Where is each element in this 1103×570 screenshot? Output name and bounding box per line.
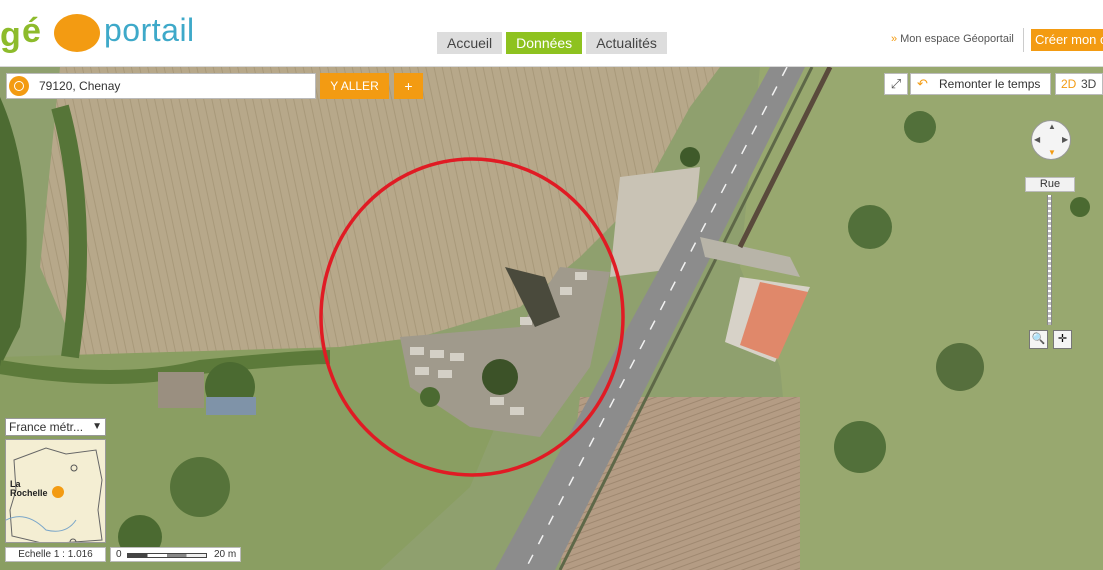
nav-tab-actualites[interactable]: Actualités [586,32,667,54]
search-value: 79120, Chenay [39,79,121,93]
scale-start: 0 [116,549,122,560]
remonter-le-temps-button[interactable]: ↶ Remonter le temps [910,73,1051,95]
map-viewport[interactable]: 79120, Chenay Y ALLER + ⤢ ↶ Remonter le … [0,67,1103,570]
pan-down-icon[interactable]: ▼ [1048,148,1056,157]
zoom-slider[interactable] [1047,195,1052,325]
chevron-down-icon: ▼ [92,421,102,432]
scale-bar-graphic [127,553,207,558]
crosshair-icon[interactable]: ✛ [1053,330,1072,349]
mode-3d-button[interactable]: 3D [1081,74,1096,94]
geoportail-app: g é portail Accueil Données Actualités »… [0,0,1103,570]
site-header: g é portail Accueil Données Actualités »… [0,0,1103,67]
header-divider [1023,28,1024,52]
pan-control[interactable]: ▲ ▼ ◀ ▶ [1031,120,1071,160]
add-button[interactable]: + [394,73,423,99]
nav-tab-accueil[interactable]: Accueil [437,32,503,54]
city-label: La Rochelle [10,480,48,498]
logo-text: portail [104,12,195,48]
view-mode-toggle: 2D 3D [1055,73,1103,95]
search-input[interactable]: 79120, Chenay [6,73,316,99]
scale-end: 20 m [214,549,237,560]
magnifier-icon[interactable]: 🔍 [1029,330,1048,349]
aerial-imagery[interactable] [0,67,1103,570]
scale-bar: 0 20 m [110,547,241,562]
fullscreen-icon[interactable]: ⤢ [884,73,908,95]
region-select-value: France métr... [9,420,84,434]
main-nav: Accueil Données Actualités [437,32,667,54]
pan-up-icon[interactable]: ▲ [1048,122,1056,131]
create-account-button[interactable]: Créer mon c [1031,29,1103,51]
nav-tab-donnees[interactable]: Données [506,32,583,54]
logo-letter-g: g [0,16,21,54]
zoom-level-label: Rue [1025,177,1075,192]
logo-letter-e: é [22,12,41,50]
mode-2d-button[interactable]: 2D [1061,74,1076,94]
remonter-label: Remonter le temps [939,77,1041,91]
overview-map[interactable]: La Rochelle [5,439,106,543]
account-link-label: Mon espace Géoportail [900,33,1014,45]
position-marker-icon [52,486,64,498]
geoportail-logo[interactable]: g é portail [0,6,220,56]
undo-arrow-icon: ↶ [917,76,928,91]
locate-icon[interactable] [9,76,29,96]
go-button[interactable]: Y ALLER [320,73,389,99]
region-select[interactable]: France métr... ▼ [5,418,106,436]
pan-right-icon[interactable]: ▶ [1062,135,1068,144]
pan-left-icon[interactable]: ◀ [1034,135,1040,144]
city-label-line2: Rochelle [10,488,48,498]
scale-ratio: Echelle 1 : 1.016 [5,547,106,562]
chevron-right-icon: » [891,33,898,45]
logo-o-shape [54,14,100,52]
account-link[interactable]: » Mon espace Géoportail [891,33,1014,45]
